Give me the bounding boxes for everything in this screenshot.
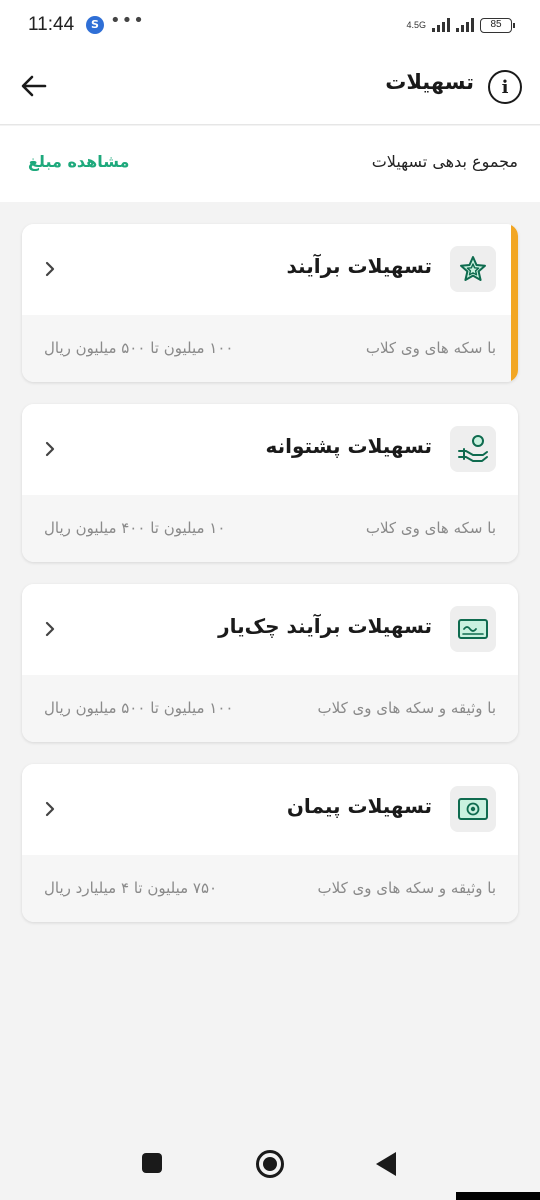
network-type: 4.5G xyxy=(406,19,426,30)
battery-icon: 85 xyxy=(480,17,515,33)
card-subtitle: با سکه های وی کلاب xyxy=(365,519,496,537)
info-icon: i xyxy=(501,76,509,98)
chevron-right-icon xyxy=(40,798,60,820)
info-button[interactable]: i xyxy=(488,70,522,104)
chevron-right-icon xyxy=(40,438,60,460)
card-range: ۱۰ میلیون تا ۴۰۰ میلیون ریال xyxy=(44,519,226,537)
signal-icon xyxy=(432,18,450,32)
banknote-icon xyxy=(450,786,496,832)
arrow-left-icon xyxy=(21,75,47,97)
loan-card-cheqyar[interactable]: تسهیلات برآیند چک‌یار با وثیقه و سکه های… xyxy=(22,584,518,742)
card-details: با وثیقه و سکه های وی کلاب ۷۵۰ میلیون تا… xyxy=(22,855,518,922)
card-title: تسهیلات پشتوانه xyxy=(265,434,432,458)
card-range: ۷۵۰ میلیون تا ۴ میلیارد ریال xyxy=(44,879,218,897)
loan-card-peyman[interactable]: تسهیلات پیمان با وثیقه و سکه های وی کلاب… xyxy=(22,764,518,922)
card-subtitle: با سکه های وی کلاب xyxy=(365,339,496,357)
page-title: تسهیلات xyxy=(385,70,474,94)
card-header: تسهیلات برآیند xyxy=(22,224,518,315)
card-details: با سکه های وی کلاب ۱۰۰ میلیون تا ۵۰۰ میل… xyxy=(22,315,518,382)
recent-apps-icon[interactable] xyxy=(142,1153,162,1173)
system-nav-bar xyxy=(0,1130,540,1200)
debt-label: مجموع بدهی تسهیلات xyxy=(371,152,518,171)
chevron-right-icon xyxy=(40,618,60,640)
status-bar: 11:44 S ••• 4.5G 85 xyxy=(0,0,540,50)
card-subtitle: با وثیقه و سکه های وی کلاب xyxy=(317,879,496,897)
app-notification-icon: S xyxy=(86,16,104,34)
card-title: تسهیلات برآیند xyxy=(286,254,432,278)
card-subtitle: با وثیقه و سکه های وی کلاب xyxy=(317,699,496,717)
nav-back-icon[interactable] xyxy=(376,1152,396,1176)
status-indicators: 4.5G 85 xyxy=(406,14,515,36)
more-notifications-icon: ••• xyxy=(110,10,145,31)
view-amount-link[interactable]: مشاهده مبلغ xyxy=(28,152,129,171)
loan-card-barayand[interactable]: تسهیلات برآیند با سکه های وی کلاب ۱۰۰ می… xyxy=(22,224,518,382)
debt-summary-row: مجموع بدهی تسهیلات مشاهده مبلغ xyxy=(0,126,540,202)
card-header: تسهیلات پیمان xyxy=(22,764,518,855)
card-title: تسهیلات پیمان xyxy=(286,794,432,818)
card-title: تسهیلات برآیند چک‌یار xyxy=(218,614,432,638)
back-button[interactable] xyxy=(18,70,50,102)
app-bar: تسهیلات i xyxy=(0,50,540,125)
card-details: با سکه های وی کلاب ۱۰ میلیون تا ۴۰۰ میلی… xyxy=(22,495,518,562)
card-details: با وثیقه و سکه های وی کلاب ۱۰۰ میلیون تا… xyxy=(22,675,518,742)
card-range: ۱۰۰ میلیون تا ۵۰۰ میلیون ریال xyxy=(44,339,234,357)
signal-icon-2 xyxy=(456,18,474,32)
status-time: 11:44 xyxy=(28,14,75,35)
card-range: ۱۰۰ میلیون تا ۵۰۰ میلیون ریال xyxy=(44,699,234,717)
home-button-icon[interactable] xyxy=(256,1150,284,1178)
card-header: تسهیلات پشتوانه xyxy=(22,404,518,495)
card-header: تسهیلات برآیند چک‌یار xyxy=(22,584,518,675)
star-icon xyxy=(450,246,496,292)
highlight-accent xyxy=(511,224,518,382)
cheque-icon xyxy=(450,606,496,652)
loan-card-poshtvaneh[interactable]: تسهیلات پشتوانه با سکه های وی کلاب ۱۰ می… xyxy=(22,404,518,562)
corner-overlay xyxy=(456,1192,540,1200)
hand-coin-icon xyxy=(450,426,496,472)
chevron-right-icon xyxy=(40,258,60,280)
